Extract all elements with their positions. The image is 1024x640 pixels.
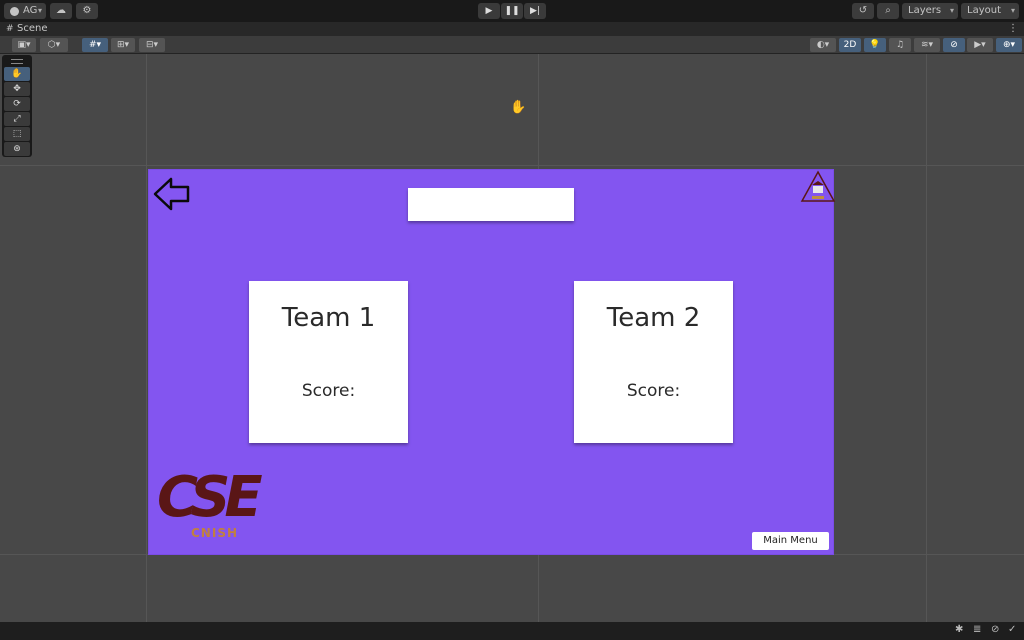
user-icon	[10, 6, 19, 16]
ruler-icon: ⊟▾	[145, 40, 159, 50]
back-arrow-icon[interactable]	[153, 176, 191, 212]
move-tool-button[interactable]: ✥	[4, 82, 30, 96]
rotate-tool-button[interactable]: ⟳	[4, 97, 30, 111]
layers-label: Layers	[908, 5, 942, 16]
chevron-down-icon: ▾	[37, 6, 42, 15]
move-icon: ✥	[13, 84, 21, 94]
play-icon: ▶	[485, 6, 493, 16]
lightbulb-icon: 💡	[869, 40, 881, 50]
check-icon[interactable]: ✓	[1008, 624, 1016, 635]
scale-tool-button[interactable]: ⤢	[4, 112, 30, 126]
cse-logo-subtext: CNISH	[191, 526, 238, 540]
gizmos-dropdown[interactable]: ⊕▾	[996, 38, 1022, 52]
camera-dropdown[interactable]: ▶▾	[967, 38, 993, 52]
team2-panel: Team 2 Score:	[574, 281, 733, 443]
palette-handle[interactable]	[11, 59, 23, 64]
2d-label: 2D	[843, 40, 857, 50]
no-entry-icon[interactable]: ⊘	[991, 624, 999, 635]
top-banner-panel	[408, 188, 574, 221]
step-button[interactable]: ▶|	[524, 3, 546, 19]
eye-slash-icon: ⊘	[950, 40, 958, 50]
top-toolbar: AG ▾ ☁ ⚙ ▶ ❚❚ ▶| ↺ ⌕ Layers ▾ Layout ▾	[0, 0, 1024, 22]
scene-tab-bar: # Scene ⋮	[0, 22, 1024, 36]
cloud-button[interactable]: ☁	[50, 3, 72, 19]
more-options-icon[interactable]: ⋮	[1008, 22, 1018, 36]
hidden-objects-toggle[interactable]: ⊘	[943, 38, 965, 52]
team2-score-label: Score:	[626, 381, 681, 401]
transform-icon: ⊛	[13, 144, 21, 154]
cube-icon: ⬡▾	[47, 40, 61, 50]
globe-icon: ⊕▾	[1002, 40, 1016, 50]
bug-icon[interactable]: ✱	[955, 624, 963, 635]
scale-icon: ⤢	[13, 114, 21, 124]
audio-toggle[interactable]: ♫	[889, 38, 911, 52]
main-menu-button[interactable]: Main Menu	[752, 532, 829, 550]
increment-snap-dropdown[interactable]: ⊞▾	[111, 38, 135, 52]
draw-mode-dropdown[interactable]: ▣▾	[12, 38, 36, 52]
hand-cursor-icon: ✋	[510, 100, 527, 115]
search-icon: ⌕	[885, 5, 891, 16]
history-icon: ↺	[858, 5, 868, 16]
audio-icon: ♫	[895, 40, 905, 50]
hand-icon: ✋	[11, 69, 23, 79]
transform-tool-button[interactable]: ⊛	[4, 142, 30, 156]
grid-snap-dropdown[interactable]: #▾	[82, 38, 108, 52]
rect-icon: ⬚	[12, 129, 22, 139]
scene-toolbar: ▣▾ ⬡▾ #▾ ⊞▾ ⊟▾ ◐▾ 2D 💡 ♫ ≋▾ ⊘ ▶▾ ⊕▾	[0, 36, 1024, 54]
grid-snap-icon: #▾	[88, 40, 102, 50]
grid-line	[926, 54, 927, 622]
tool-palette: ✋ ✥ ⟳ ⤢ ⬚ ⊛	[2, 55, 32, 157]
badge-logo-icon	[800, 170, 836, 202]
draw-mode-icon: ▣▾	[17, 40, 31, 50]
cse-logo: CSE CNISH	[157, 468, 269, 548]
orientation-dropdown[interactable]: ◐▾	[810, 38, 836, 52]
gear-icon: ⚙	[82, 5, 92, 16]
database-icon[interactable]: ≣	[973, 624, 981, 635]
grid-line	[0, 165, 1024, 166]
collab-button[interactable]: ⚙	[76, 3, 98, 19]
cse-logo-text: CSE	[157, 465, 263, 530]
layout-dropdown[interactable]: Layout ▾	[961, 3, 1019, 19]
2d-toggle[interactable]: 2D	[839, 38, 861, 52]
account-dropdown[interactable]: AG ▾	[4, 3, 46, 19]
pause-button[interactable]: ❚❚	[501, 3, 523, 19]
grid-icon: #	[6, 24, 14, 34]
scene-view[interactable]: ✋ Team 1 Score: Team 2 Score: CSE CNISH …	[0, 54, 1024, 622]
team1-title: Team 1	[281, 303, 376, 333]
orientation-icon: ◐▾	[816, 40, 830, 50]
account-label: AG	[23, 5, 38, 16]
rect-tool-button[interactable]: ⬚	[4, 127, 30, 141]
history-button[interactable]: ↺	[852, 3, 874, 19]
tab-scene[interactable]: Scene	[17, 22, 48, 36]
snap-icon: ⊞▾	[116, 40, 130, 50]
layers-dropdown[interactable]: Layers ▾	[902, 3, 958, 19]
cloud-icon: ☁	[56, 5, 66, 16]
chevron-down-icon: ▾	[1010, 6, 1015, 15]
lighting-toggle[interactable]: 💡	[864, 38, 886, 52]
shading-dropdown[interactable]: ⬡▾	[40, 38, 68, 52]
play-button[interactable]: ▶	[478, 3, 500, 19]
team2-title: Team 2	[606, 303, 701, 333]
team1-panel: Team 1 Score:	[249, 281, 408, 443]
team1-score-label: Score:	[301, 381, 356, 401]
effects-dropdown[interactable]: ≋▾	[914, 38, 940, 52]
ruler-dropdown[interactable]: ⊟▾	[139, 38, 165, 52]
camera-icon: ▶▾	[974, 40, 986, 50]
rotate-icon: ⟳	[13, 99, 21, 109]
hand-tool-button[interactable]: ✋	[4, 67, 30, 81]
layout-label: Layout	[967, 5, 1001, 16]
chevron-down-icon: ▾	[949, 6, 954, 15]
status-bar: ✱ ≣ ⊘ ✓	[0, 622, 1024, 640]
search-button[interactable]: ⌕	[877, 3, 899, 19]
grid-line	[146, 54, 147, 622]
effects-icon: ≋▾	[920, 40, 934, 50]
step-icon: ▶|	[530, 6, 540, 16]
game-canvas[interactable]: Team 1 Score: Team 2 Score: CSE CNISH Ma…	[148, 169, 836, 555]
pause-icon: ❚❚	[504, 6, 520, 16]
